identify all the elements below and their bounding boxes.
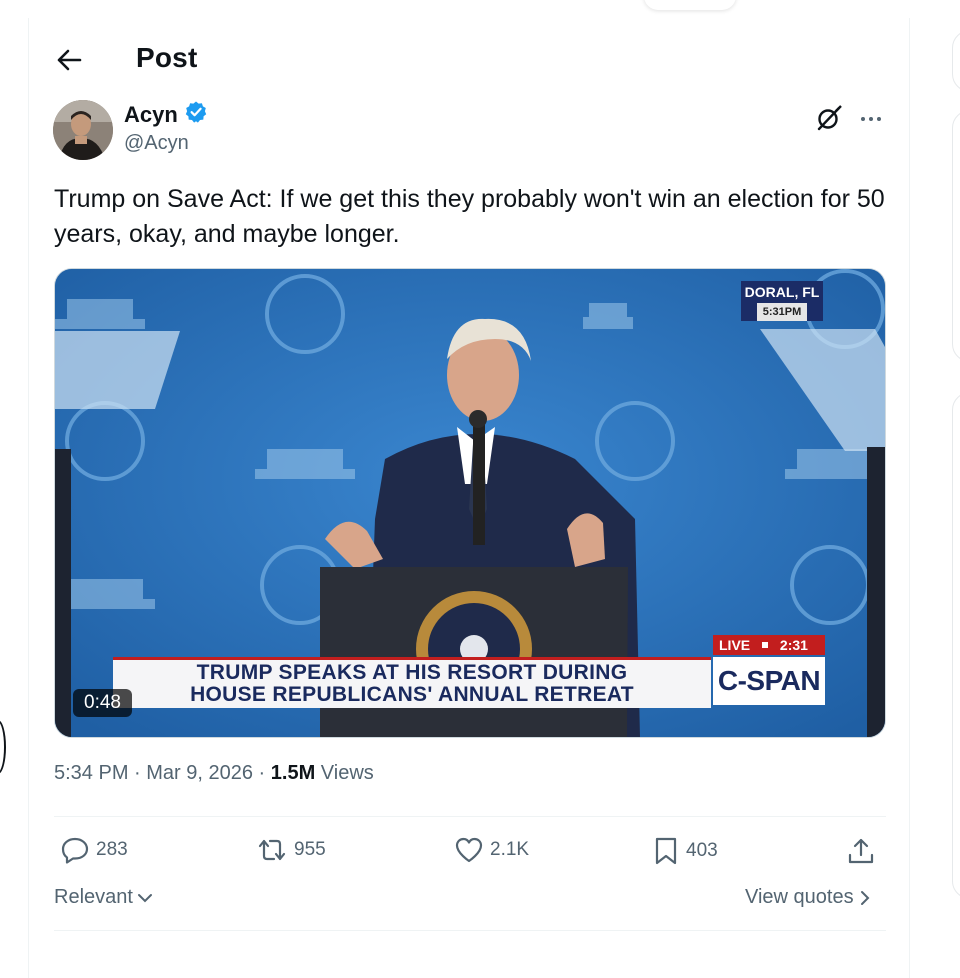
repost-icon	[258, 839, 286, 861]
location-badge: DORAL, FL 5:31PM	[741, 281, 823, 321]
bookmark-icon	[655, 837, 677, 865]
location-label: DORAL, FL	[744, 284, 820, 300]
back-arrow-icon[interactable]	[54, 45, 84, 75]
chevron-right-icon	[860, 890, 870, 905]
grok-icon[interactable]	[814, 104, 844, 134]
reply-icon	[61, 837, 89, 864]
location-time: 5:31PM	[756, 303, 808, 321]
live-dot-icon	[762, 642, 769, 649]
reply-count: 283	[96, 839, 128, 860]
views-label: Views	[315, 762, 374, 784]
network-logo: C-SPAN	[713, 657, 825, 705]
share-icon	[848, 838, 874, 864]
view-quotes-label: View quotes	[745, 886, 854, 908]
chyron-line-1: TRUMP SPEAKS AT HIS RESORT DURING	[196, 661, 628, 684]
repost-button[interactable]: 955	[256, 836, 326, 864]
news-chyron: TRUMP SPEAKS AT HIS RESORT DURING HOUSE …	[113, 657, 711, 708]
chyron-line-2: HOUSE REPUBLICANS' ANNUAL RETREAT	[190, 683, 634, 706]
post-header: Post	[54, 40, 197, 80]
edge-fragment	[0, 720, 6, 774]
page-title: Post	[136, 42, 198, 73]
author-name-row[interactable]: Acyn	[124, 100, 208, 129]
tweet-text: Trump on Save Act: If we get this they p…	[54, 185, 885, 248]
author-handle[interactable]: @Acyn	[124, 132, 189, 155]
like-count: 2.1K	[490, 839, 530, 860]
sort-label: Relevant	[54, 886, 133, 908]
repost-count: 955	[294, 839, 326, 860]
divider	[54, 816, 886, 817]
sidebar-card	[952, 30, 960, 92]
view-quotes-link[interactable]: View quotes	[745, 886, 870, 909]
video-player[interactable]: DORAL, FL 5:31PM LIVE 2:31 TRUMP SPEAKS …	[54, 268, 886, 738]
live-label: LIVE	[719, 637, 751, 653]
bookmark-button[interactable]: 403	[652, 836, 718, 866]
action-bar: 283 955 2.1K 403	[54, 836, 886, 872]
like-button[interactable]: 2.1K	[454, 836, 529, 864]
bookmark-count: 403	[686, 840, 718, 861]
live-time: 2:31	[779, 637, 808, 653]
sidebar-card	[952, 392, 960, 899]
share-button[interactable]	[846, 836, 876, 866]
video-duration: 0:48	[73, 689, 132, 717]
chevron-down-icon	[137, 893, 152, 902]
avatar[interactable]	[53, 100, 113, 160]
more-icon[interactable]	[856, 104, 886, 134]
top-handle	[644, 0, 736, 10]
views-count: 1.5M	[270, 762, 316, 784]
post-timestamp[interactable]: 5:34 PM · Mar 9, 2026 ·	[54, 762, 271, 784]
display-name[interactable]: Acyn	[124, 102, 178, 128]
verified-badge-icon	[184, 100, 208, 129]
post-metadata: 5:34 PM · Mar 9, 2026 · 1.5M Views	[54, 762, 374, 785]
reply-sort-dropdown[interactable]: Relevant	[54, 886, 153, 909]
sidebar-card	[952, 110, 960, 362]
live-indicator: LIVE 2:31	[713, 635, 825, 655]
like-icon	[455, 837, 483, 863]
divider	[54, 930, 886, 931]
reply-button[interactable]: 283	[60, 836, 128, 864]
